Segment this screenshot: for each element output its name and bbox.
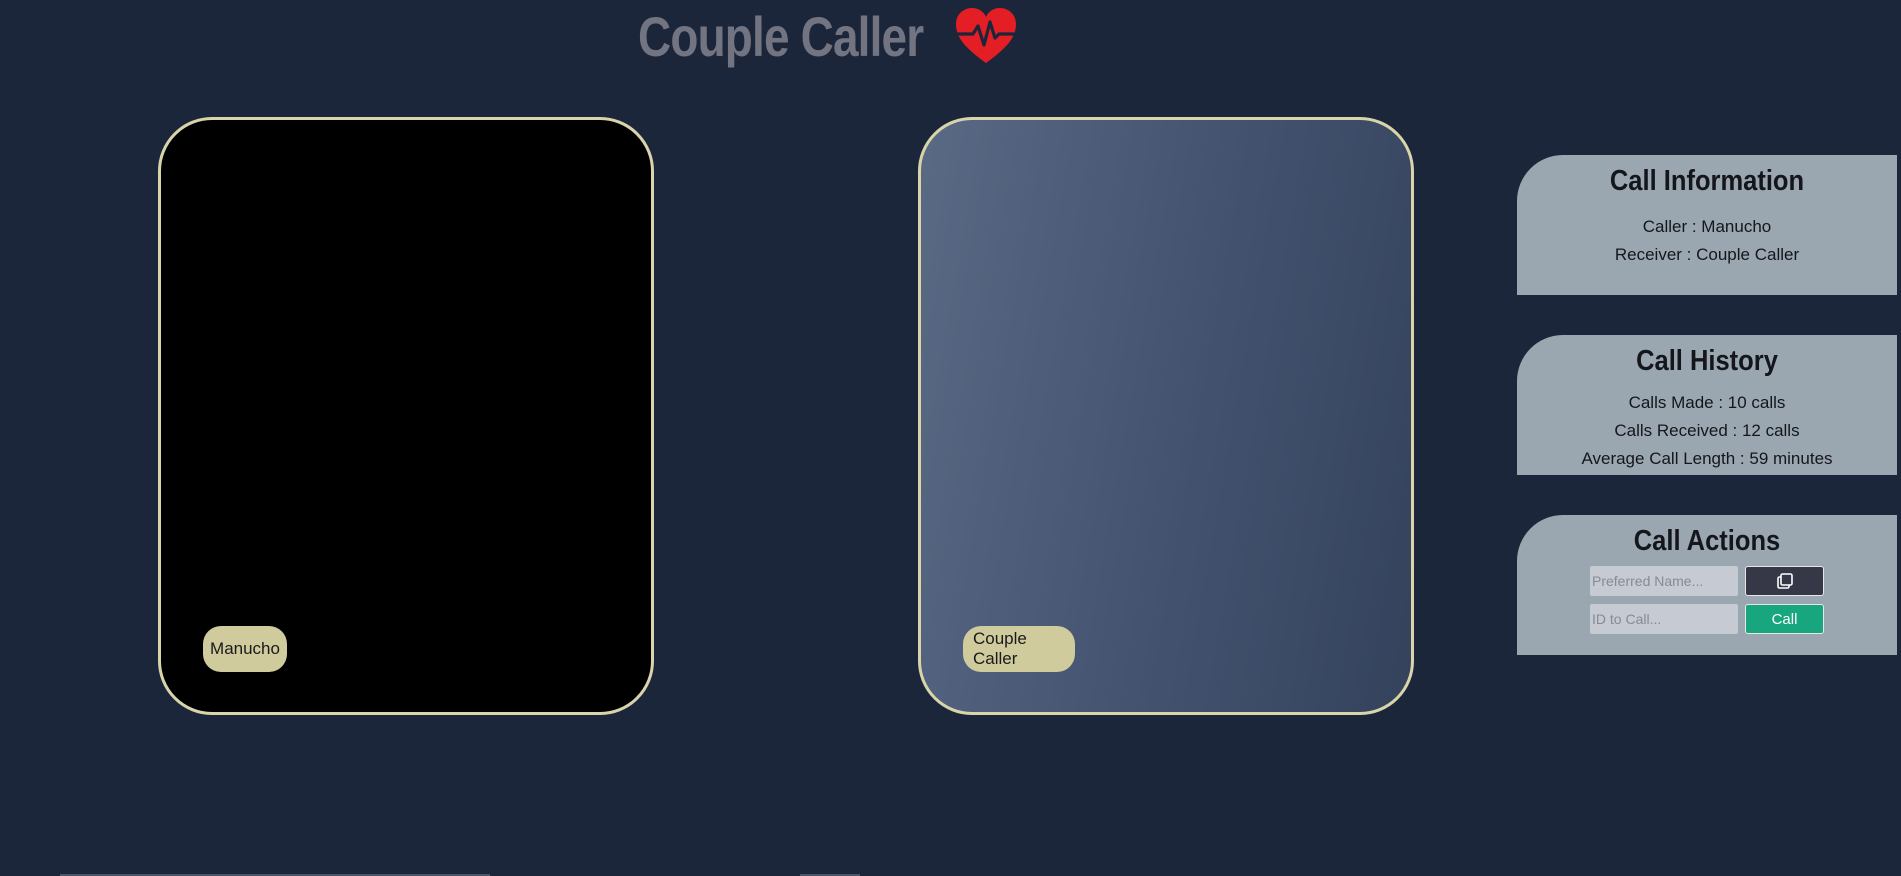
- call-actions-card: Call Actions Call: [1517, 515, 1897, 655]
- app-header: Couple Caller: [638, 0, 1018, 72]
- receiver-text: Receiver : Couple Caller: [1614, 245, 1800, 264]
- call-history-card: Call History Calls Made : 10 calls Calls…: [1517, 335, 1897, 475]
- caller-text: Caller : Manucho: [1642, 217, 1772, 236]
- copy-id-button[interactable]: [1745, 566, 1824, 596]
- local-name-tag: Manucho: [203, 626, 287, 672]
- local-video-panel: Manucho: [158, 117, 654, 715]
- call-information-title: Call Information: [1609, 165, 1805, 197]
- app-title: Couple Caller: [638, 4, 924, 68]
- call-history-title: Call History: [1636, 345, 1778, 377]
- heart-pulse-icon: [955, 8, 1016, 63]
- id-to-call-input[interactable]: [1590, 604, 1738, 634]
- copy-icon: [1776, 573, 1793, 589]
- preferred-name-input[interactable]: [1590, 566, 1738, 596]
- call-actions-title: Call Actions: [1633, 525, 1781, 557]
- average-call-length-text: Average Call Length : 59 minutes: [1581, 449, 1833, 468]
- call-information-card: Call Information Caller : Manucho Receiv…: [1517, 155, 1897, 295]
- calls-made-text: Calls Made : 10 calls: [1628, 393, 1786, 412]
- call-button[interactable]: Call: [1745, 604, 1824, 634]
- calls-received-text: Calls Received : 12 calls: [1614, 421, 1800, 440]
- remote-video-panel: Couple Caller: [918, 117, 1414, 715]
- remote-name-tag: Couple Caller: [963, 626, 1075, 672]
